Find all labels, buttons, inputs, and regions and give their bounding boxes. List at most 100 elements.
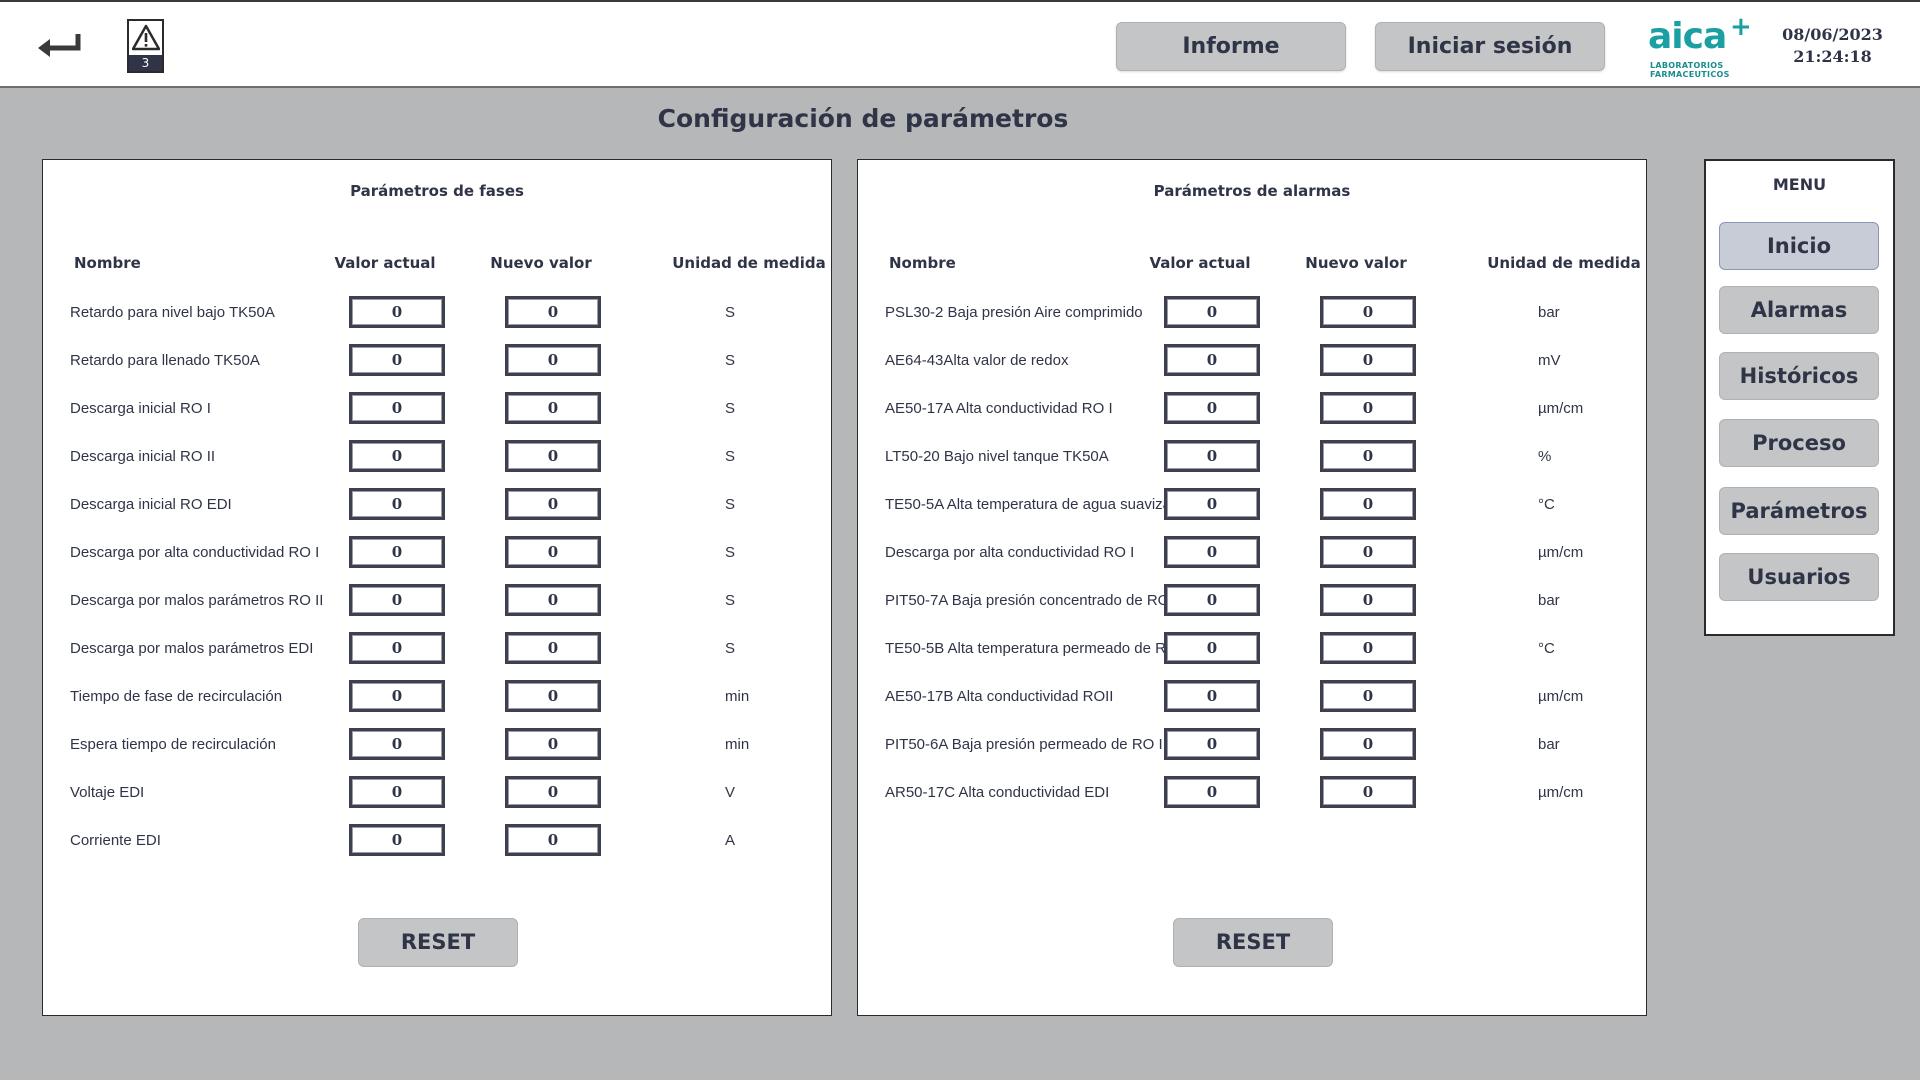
back-arrow-icon[interactable] <box>34 28 82 64</box>
new-value-input[interactable]: 0 <box>1320 680 1416 712</box>
parameter-name: AR50-17C Alta conductividad EDI <box>885 784 1110 801</box>
menu-item-historicos[interactable]: Históricos <box>1719 352 1879 400</box>
parameter-name: Retardo para llenado TK50A <box>70 352 260 369</box>
column-header-current: Valor actual <box>334 254 436 272</box>
current-value-field: 0 <box>1164 488 1260 520</box>
new-value-input[interactable]: 0 <box>505 584 601 616</box>
menu-item-inicio[interactable]: Inicio <box>1719 222 1879 270</box>
unit-label: S <box>725 448 736 465</box>
current-value-field: 0 <box>349 632 445 664</box>
parameter-name: PSL30-2 Baja presión Aire comprimido <box>885 304 1143 321</box>
parameter-row: AE64-43Alta valor de redox 0 0 mV <box>858 342 1646 382</box>
parameter-name: Descarga inicial RO II <box>70 448 216 465</box>
parameter-name: AE50-17A Alta conductividad RO I <box>885 400 1113 417</box>
parameter-row: Retardo para nivel bajo TK50A 0 0 S <box>43 294 831 334</box>
parameter-row: AE50-17A Alta conductividad RO I 0 0 µm/cm <box>858 390 1646 430</box>
alarm-indicator[interactable]: 3 <box>127 19 164 73</box>
new-value-input[interactable]: 0 <box>505 488 601 520</box>
unit-label: S <box>725 640 736 657</box>
new-value-input[interactable]: 0 <box>1320 488 1416 520</box>
unit-label: min <box>725 688 750 705</box>
current-value-field: 0 <box>1164 440 1260 472</box>
logo-subtitle-2: FARMACEUTICOS <box>1650 70 1730 79</box>
parameter-row: PIT50-6A Baja presión permeado de RO I00… <box>858 726 1646 766</box>
new-value-input[interactable]: 0 <box>505 632 601 664</box>
unit-label: °C <box>1538 496 1555 513</box>
new-value-input[interactable]: 0 <box>1320 392 1416 424</box>
parameter-name: Voltaje EDI <box>70 784 145 801</box>
new-value-input[interactable]: 0 <box>1320 728 1416 760</box>
current-value-field: 0 <box>1164 728 1260 760</box>
new-value-input[interactable]: 0 <box>1320 296 1416 328</box>
page-title: Configuración de parámetros <box>657 104 1069 133</box>
new-value-input[interactable]: 0 <box>1320 776 1416 808</box>
column-header-current: Valor actual <box>1149 254 1251 272</box>
alarms-reset-button[interactable]: RESET <box>1173 918 1333 967</box>
parameter-row: AR50-17C Alta conductividad EDI 0 0 µm/cm <box>858 774 1646 814</box>
parameter-name: Descarga por alta conductividad RO I <box>70 544 320 561</box>
new-value-input[interactable]: 0 <box>505 344 601 376</box>
new-value-input[interactable]: 0 <box>1320 536 1416 568</box>
parameter-row: AE50-17B Alta conductividad ROII 0 0 µm/cm <box>858 678 1646 718</box>
new-value-input[interactable]: 0 <box>505 728 601 760</box>
new-value-input[interactable]: 0 <box>1320 584 1416 616</box>
new-value-input[interactable]: 0 <box>1320 440 1416 472</box>
parameter-row: Voltaje EDI 0 0 V <box>43 774 831 814</box>
new-value-input[interactable]: 0 <box>505 680 601 712</box>
parameter-name: Retardo para nivel bajo TK50A <box>70 304 275 321</box>
column-header-new: Nuevo valor <box>490 254 592 272</box>
current-value-field: 0 <box>1164 536 1260 568</box>
phases-reset-button[interactable]: RESET <box>358 918 518 967</box>
new-value-input[interactable]: 0 <box>505 824 601 856</box>
new-value-input[interactable]: 0 <box>505 776 601 808</box>
new-value-input[interactable]: 0 <box>505 296 601 328</box>
current-value-field: 0 <box>349 776 445 808</box>
unit-label: V <box>725 784 736 801</box>
login-button[interactable]: Iniciar sesión <box>1375 22 1605 71</box>
current-value-field: 0 <box>349 680 445 712</box>
unit-label: S <box>725 496 736 513</box>
top-bar: 3 Informe Iniciar sesión aica + LABORATO… <box>0 0 1920 88</box>
parameter-row: Retardo para llenado TK50A 0 0 S <box>43 342 831 382</box>
parameter-name: Descarga por malos parámetros RO II <box>70 592 324 609</box>
parameter-name: Descarga inicial RO I <box>70 400 211 417</box>
unit-label: A <box>725 832 736 849</box>
menu-item-parametros[interactable]: Parámetros <box>1719 487 1879 535</box>
new-value-input[interactable]: 0 <box>505 536 601 568</box>
parameter-name: Corriente EDI <box>70 832 161 849</box>
new-value-input[interactable]: 0 <box>1320 344 1416 376</box>
time: 21:24:18 <box>1793 47 1872 66</box>
current-value-field: 0 <box>349 440 445 472</box>
new-value-input[interactable]: 0 <box>505 392 601 424</box>
menu-item-usuarios[interactable]: Usuarios <box>1719 553 1879 601</box>
unit-label: bar <box>1538 736 1560 753</box>
parameter-row: PSL30-2 Baja presión Aire comprimido 0 0 ba… <box>858 294 1646 334</box>
menu-item-proceso[interactable]: Proceso <box>1719 419 1879 467</box>
unit-label: S <box>725 304 736 321</box>
current-value-field: 0 <box>1164 296 1260 328</box>
logo-word: aica <box>1648 16 1727 57</box>
unit-label: bar <box>1538 592 1560 609</box>
menu-item-alarmas[interactable]: Alarmas <box>1719 286 1879 334</box>
column-header-unit-label: Unidad de medida <box>1487 254 1641 272</box>
parameter-name: Descarga por alta conductividad RO I <box>885 544 1135 561</box>
current-value-field: 0 <box>1164 392 1260 424</box>
new-value-input[interactable]: 0 <box>505 440 601 472</box>
informe-button[interactable]: Informe <box>1116 22 1346 71</box>
column-header-name: Nombre <box>74 254 141 272</box>
unit-label: µm/cm <box>1538 784 1584 801</box>
unit-label: mV <box>1538 352 1561 369</box>
logo-plus: + <box>1730 12 1752 42</box>
parameter-row: TE50-5B Alta temperatura permeado de RO … <box>858 630 1646 670</box>
parameter-name: TE50-5A Alta temperatura de agua suaviza… <box>885 496 1188 513</box>
parameter-name: PIT50-7A Baja presión concentrado de RO … <box>885 592 1178 609</box>
unit-label: % <box>1538 448 1552 465</box>
current-value-field: 0 <box>349 392 445 424</box>
current-value-field: 0 <box>1164 584 1260 616</box>
parameter-name: Tiempo de fase de recirculación <box>70 688 283 705</box>
current-value-field: 0 <box>1164 680 1260 712</box>
new-value-input[interactable]: 0 <box>1320 632 1416 664</box>
parameter-row: Descarga por alta conductividad RO I 0 0 S <box>43 534 831 574</box>
current-value-field: 0 <box>1164 776 1260 808</box>
parameter-name: PIT50-6A Baja presión permeado de RO I <box>885 736 1163 753</box>
